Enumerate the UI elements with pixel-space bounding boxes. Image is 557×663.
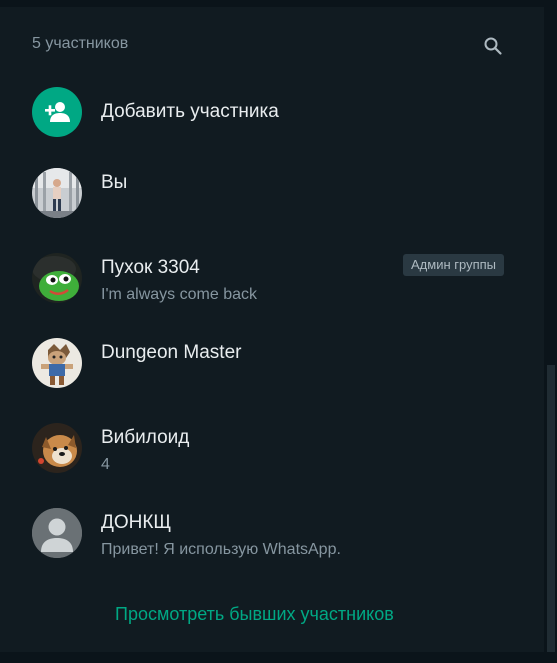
add-participant-label: Добавить участника xyxy=(101,101,279,122)
participant-name: Вы xyxy=(101,172,128,193)
avatar-photo-dungeon-master xyxy=(32,338,82,388)
participants-header: 5 участников xyxy=(0,7,544,79)
avatar-photo-you xyxy=(32,168,82,218)
search-button[interactable] xyxy=(478,31,508,61)
avatar-photo-puhok xyxy=(32,253,82,303)
participant-row-donkshch[interactable]: ДОНКЩ Привет! Я использую WhatsApp. xyxy=(0,498,544,582)
participant-status: Привет! Я использую WhatsApp. xyxy=(101,541,341,558)
participant-name: Вибилоид xyxy=(101,427,190,448)
participant-name: Пухок 3304 xyxy=(101,257,200,278)
participant-name: Dungeon Master xyxy=(101,342,242,363)
avatar xyxy=(32,508,82,558)
add-person-icon xyxy=(45,102,70,122)
participant-name: ДОНКЩ xyxy=(101,512,172,533)
avatar xyxy=(32,338,82,388)
participant-row-vibiloid[interactable]: Вибилоид 4 xyxy=(0,413,544,497)
view-former-participants-link[interactable]: Просмотреть бывших участников xyxy=(115,604,394,625)
scrollbar-thumb[interactable] xyxy=(547,365,555,652)
participant-status: I'm always come back xyxy=(101,286,257,303)
avatar xyxy=(32,423,82,473)
admin-badge: Админ группы xyxy=(403,254,504,276)
participant-status: 4 xyxy=(101,456,110,473)
default-avatar-icon xyxy=(32,508,82,558)
add-participant-row[interactable]: Добавить участника xyxy=(0,77,544,161)
add-participant-avatar xyxy=(32,87,82,137)
participant-row-you[interactable]: Вы xyxy=(0,158,544,242)
avatar xyxy=(32,168,82,218)
search-icon xyxy=(484,37,502,55)
avatar xyxy=(32,253,82,303)
participant-row-dungeon-master[interactable]: Dungeon Master xyxy=(0,328,544,412)
participants-count: 5 участников xyxy=(32,35,129,52)
avatar-photo-vibiloid xyxy=(32,423,82,473)
